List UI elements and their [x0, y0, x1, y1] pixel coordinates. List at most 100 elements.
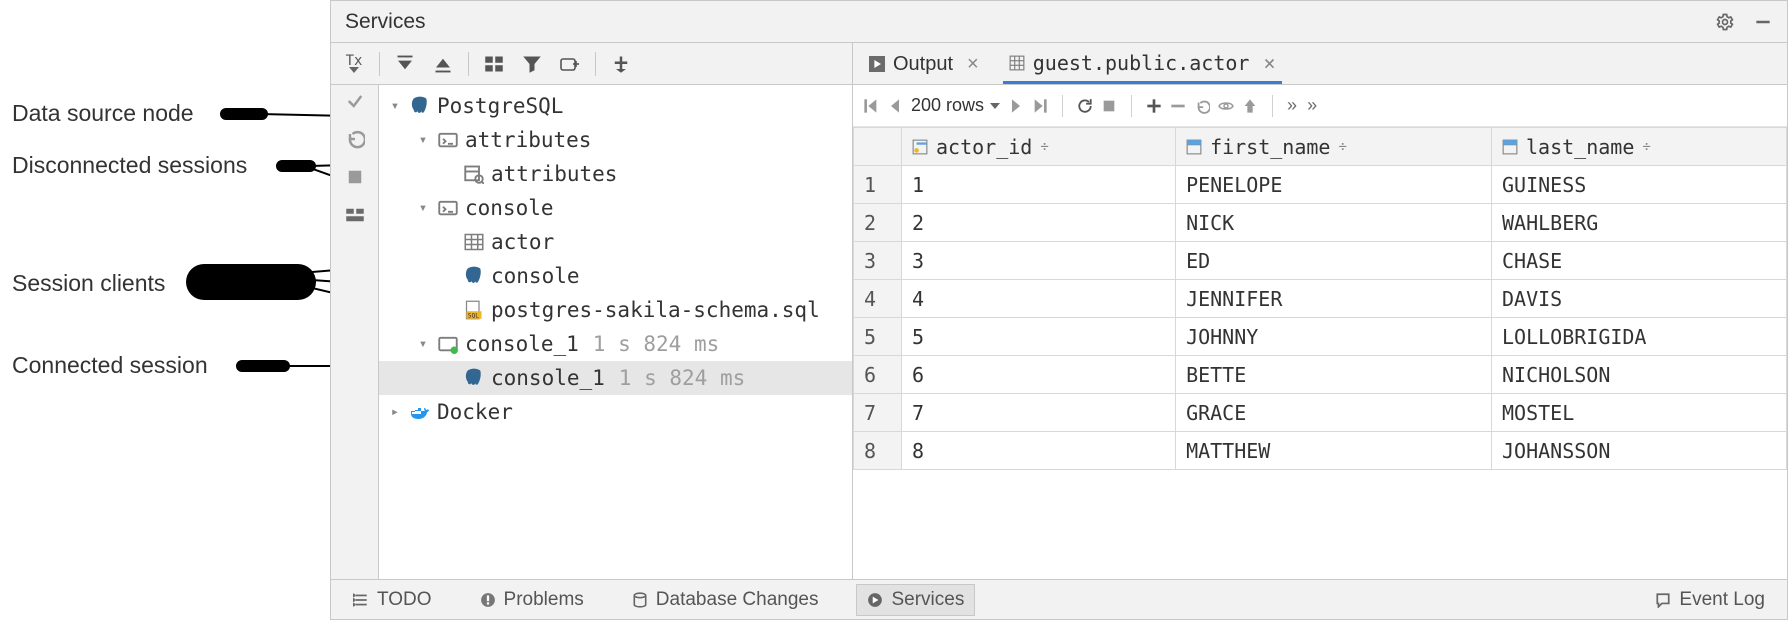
tab-output[interactable]: Output ×: [863, 44, 985, 84]
tree-node-attributes-query[interactable]: attributes: [379, 157, 852, 191]
tree-node-docker[interactable]: ▸ Docker: [379, 395, 852, 429]
table-row[interactable]: 77GRACEMOSTEL: [854, 394, 1787, 432]
expand-all-icon[interactable]: [388, 49, 422, 79]
remove-row-icon[interactable]: [1170, 98, 1186, 114]
collapse-all-icon[interactable]: [426, 49, 460, 79]
result-table[interactable]: actor_id÷ first_name÷: [853, 127, 1787, 470]
grid-toolbar: 200 rows » »: [853, 85, 1787, 127]
add-row-icon[interactable]: [1146, 98, 1162, 114]
tree-node-console[interactable]: ▾ console: [379, 191, 852, 225]
stop-icon[interactable]: [1101, 98, 1117, 114]
cell-last-name[interactable]: DAVIS: [1491, 280, 1786, 318]
cell-actor-id[interactable]: 1: [902, 166, 1176, 204]
rows-dropdown[interactable]: 200 rows: [911, 95, 1000, 116]
panel-titlebar: Services: [331, 1, 1787, 43]
cell-last-name[interactable]: CHASE: [1491, 242, 1786, 280]
close-icon[interactable]: ×: [1263, 51, 1275, 75]
submit-icon[interactable]: [1242, 98, 1258, 114]
preview-icon[interactable]: [1218, 98, 1234, 114]
cell-last-name[interactable]: GUINESS: [1491, 166, 1786, 204]
cell-actor-id[interactable]: 5: [902, 318, 1176, 356]
layout-small-icon[interactable]: [345, 205, 365, 225]
tree-gutter: [331, 85, 379, 579]
bottom-tab-db-changes[interactable]: Database Changes: [622, 585, 829, 615]
rollback-icon[interactable]: [345, 129, 365, 149]
docker-icon: [409, 402, 431, 422]
row-number: 7: [854, 394, 902, 432]
cell-last-name[interactable]: JOHANSSON: [1491, 432, 1786, 470]
tx-mode-button[interactable]: Tx: [337, 49, 371, 79]
chevron-right-icon[interactable]: ▸: [387, 404, 403, 420]
table-row[interactable]: 44JENNIFERDAVIS: [854, 280, 1787, 318]
table-row[interactable]: 66BETTENICHOLSON: [854, 356, 1787, 394]
table-row[interactable]: 88MATTHEWJOHANSSON: [854, 432, 1787, 470]
layout-icon[interactable]: [477, 49, 511, 79]
tree-node-console-1-child[interactable]: console_1 1 s 824 ms: [379, 361, 852, 395]
tree-node-actor[interactable]: actor: [379, 225, 852, 259]
more-menu-icon[interactable]: »: [1307, 95, 1319, 116]
group-icon[interactable]: [553, 49, 587, 79]
cell-first-name[interactable]: MATTHEW: [1176, 432, 1492, 470]
tree-node-sqlfile[interactable]: SQL postgres-sakila-schema.sql: [379, 293, 852, 327]
cell-first-name[interactable]: PENELOPE: [1176, 166, 1492, 204]
cell-first-name[interactable]: ED: [1176, 242, 1492, 280]
cell-actor-id[interactable]: 2: [902, 204, 1176, 242]
chevron-down-icon[interactable]: ▾: [415, 336, 431, 352]
next-page-icon[interactable]: [1008, 98, 1024, 114]
annot-clients: Session clients: [12, 270, 165, 297]
cell-actor-id[interactable]: 8: [902, 432, 1176, 470]
cell-actor-id[interactable]: 6: [902, 356, 1176, 394]
cell-last-name[interactable]: MOSTEL: [1491, 394, 1786, 432]
stop-icon[interactable]: [345, 167, 365, 187]
session-tree[interactable]: ▾ PostgreSQL ▾ attributes attributes: [379, 85, 852, 579]
cell-first-name[interactable]: JOHNNY: [1176, 318, 1492, 356]
close-icon[interactable]: ×: [967, 53, 979, 76]
cell-first-name[interactable]: JENNIFER: [1176, 280, 1492, 318]
cell-first-name[interactable]: GRACE: [1176, 394, 1492, 432]
cell-actor-id[interactable]: 7: [902, 394, 1176, 432]
tree-node-attributes[interactable]: ▾ attributes: [379, 123, 852, 157]
reload-icon[interactable]: [1077, 98, 1093, 114]
cell-actor-id[interactable]: 3: [902, 242, 1176, 280]
gear-icon[interactable]: [1715, 12, 1735, 32]
tab-actor[interactable]: guest.public.actor ×: [1003, 44, 1282, 84]
bottom-tab-services[interactable]: Services: [856, 584, 975, 616]
tree-node-postgresql[interactable]: ▾ PostgreSQL: [379, 89, 852, 123]
col-first-name[interactable]: first_name÷: [1176, 128, 1492, 166]
cell-last-name[interactable]: NICHOLSON: [1491, 356, 1786, 394]
table-row[interactable]: 55JOHNNYLOLLOBRIGIDA: [854, 318, 1787, 356]
tree-node-console-1[interactable]: ▾ console_1 1 s 824 ms: [379, 327, 852, 361]
first-page-icon[interactable]: [863, 98, 879, 114]
revert-icon[interactable]: [1194, 98, 1210, 114]
bottom-tab-event-log[interactable]: Event Log: [1645, 585, 1775, 615]
cell-last-name[interactable]: LOLLOBRIGIDA: [1491, 318, 1786, 356]
chevron-down-icon[interactable]: ▾: [415, 132, 431, 148]
commit-icon[interactable]: [345, 91, 365, 111]
table-icon: [463, 232, 485, 252]
filter-icon[interactable]: [515, 49, 549, 79]
chevron-down-icon[interactable]: ▾: [415, 200, 431, 216]
table-row[interactable]: 11PENELOPEGUINESS: [854, 166, 1787, 204]
bottom-tab-todo[interactable]: TODO: [343, 585, 442, 615]
bottom-tab-problems[interactable]: Problems: [470, 585, 594, 615]
annot-disconnected: Disconnected sessions: [12, 152, 247, 179]
add-icon[interactable]: [604, 49, 638, 79]
postgres-icon: [463, 368, 485, 388]
cell-first-name[interactable]: BETTE: [1176, 356, 1492, 394]
chevron-down-icon[interactable]: ▾: [387, 98, 403, 114]
table-row[interactable]: 22NICKWAHLBERG: [854, 204, 1787, 242]
cell-last-name[interactable]: WAHLBERG: [1491, 204, 1786, 242]
prev-page-icon[interactable]: [887, 98, 903, 114]
console-connected-icon: [437, 334, 459, 354]
table-row[interactable]: 33EDCHASE: [854, 242, 1787, 280]
cell-first-name[interactable]: NICK: [1176, 204, 1492, 242]
col-last-name[interactable]: last_name÷: [1491, 128, 1786, 166]
tree-node-console-child[interactable]: console: [379, 259, 852, 293]
col-actor-id[interactable]: actor_id÷: [902, 128, 1176, 166]
more-icon[interactable]: »: [1287, 95, 1299, 116]
last-page-icon[interactable]: [1032, 98, 1048, 114]
row-number: 4: [854, 280, 902, 318]
row-number: 6: [854, 356, 902, 394]
cell-actor-id[interactable]: 4: [902, 280, 1176, 318]
minimize-icon[interactable]: [1753, 12, 1773, 32]
